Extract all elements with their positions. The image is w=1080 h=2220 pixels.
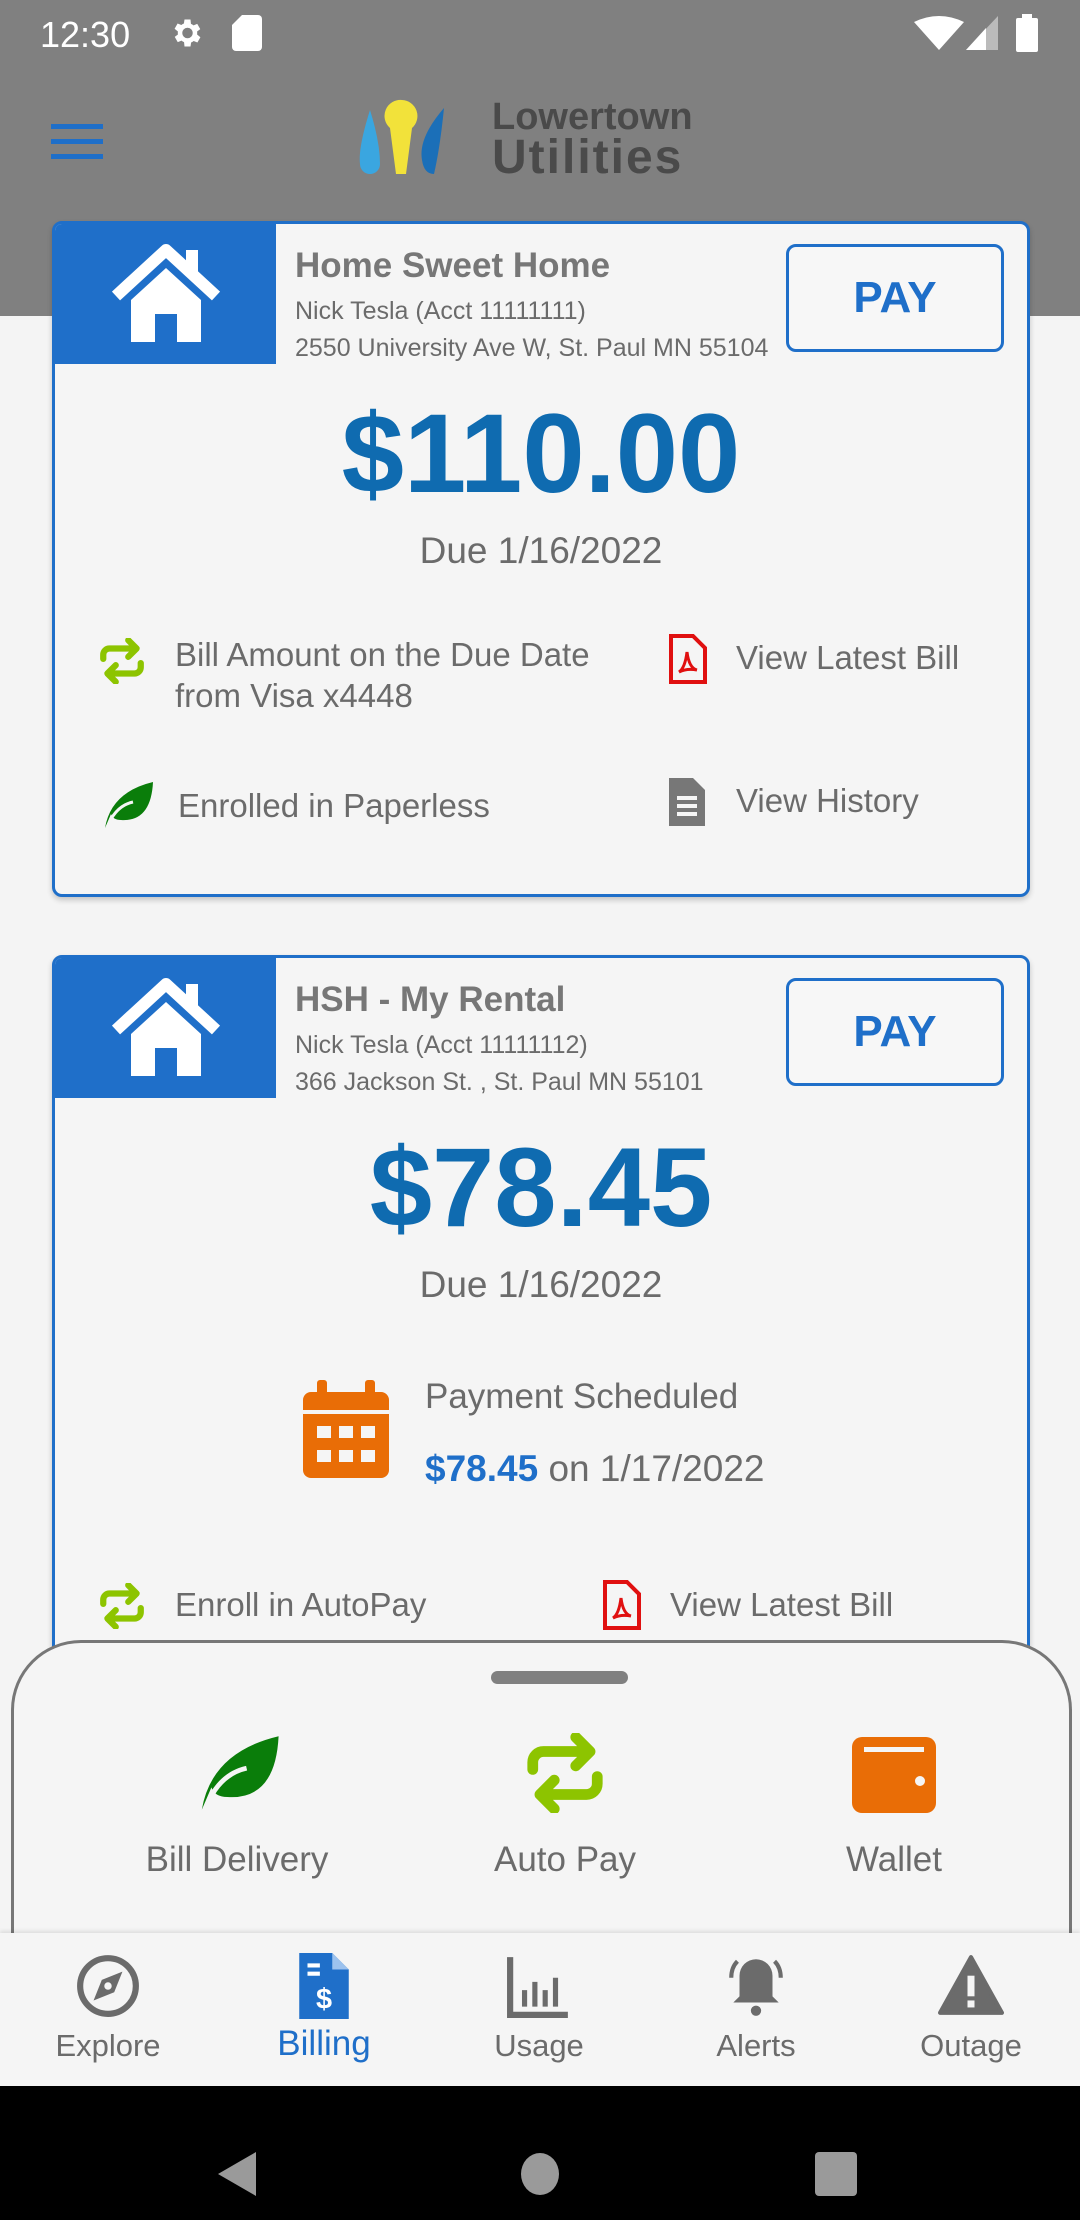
battery-icon: [1016, 14, 1038, 52]
view-latest-bill-link[interactable]: View Latest Bill: [736, 637, 959, 678]
logo: Lowertown Utilities: [356, 96, 706, 184]
signal-icon: [966, 16, 998, 50]
leaf-icon: [201, 1736, 279, 1811]
account-name: HSH - My Rental: [295, 980, 566, 1019]
house-icon: [111, 978, 220, 1076]
due-date: Due 1/16/2022: [419, 530, 663, 571]
leaf-icon: [105, 782, 153, 829]
sd-card-icon: [232, 15, 262, 51]
amount-due: $110.00: [341, 391, 741, 516]
tab-usage[interactable]: Usage: [439, 1953, 639, 2064]
autopay-status[interactable]: Bill Amount on the Due Date from Visa x44…: [175, 634, 590, 716]
house-tile: [55, 958, 276, 1098]
tab-billing[interactable]: $ Billing: [224, 1953, 424, 2064]
compass-icon: [77, 1955, 139, 2017]
account-card[interactable]: Home Sweet Home Nick Tesla (Acct 1111111…: [52, 221, 1030, 897]
autopay-icon: [100, 1583, 144, 1629]
pay-button[interactable]: PAY: [786, 978, 1004, 1086]
account-address: 366 Jackson St. , St. Paul MN 55101: [295, 1068, 704, 1096]
pay-button[interactable]: PAY: [786, 244, 1004, 352]
house-tile: [55, 224, 276, 364]
tab-explore[interactable]: Explore: [8, 1953, 208, 2064]
wifi-icon: [914, 16, 964, 50]
sheet-item-auto-pay[interactable]: Auto Pay: [435, 1731, 695, 1880]
bottom-nav: Explore $ Billing Usage Alerts Outage: [0, 1933, 1080, 2086]
sheet-item-wallet[interactable]: Wallet: [764, 1733, 1024, 1880]
logo-mark-icon: [359, 99, 444, 174]
due-date: Due 1/16/2022: [419, 1264, 663, 1305]
sheet-drag-handle[interactable]: [491, 1671, 628, 1684]
tab-alerts[interactable]: Alerts: [656, 1953, 856, 2064]
view-history-link[interactable]: View History: [736, 780, 919, 821]
autopay-icon: [100, 638, 144, 684]
account-card[interactable]: HSH - My Rental Nick Tesla (Acct 1111111…: [52, 955, 1030, 1715]
pdf-icon: [603, 1580, 641, 1630]
amount-due: $78.45: [369, 1125, 713, 1250]
hamburger-icon[interactable]: [51, 124, 103, 160]
warning-icon: [938, 1955, 1004, 2015]
wallet-icon: [852, 1737, 936, 1813]
scheduled-payment: $78.45 on 1/17/2022: [425, 1448, 765, 1489]
system-nav-bar: [0, 2086, 1080, 2220]
account-number: Nick Tesla (Acct 11111112): [295, 1031, 588, 1059]
document-icon: [669, 778, 705, 826]
account-address: 2550 University Ave W, St. Paul MN 55104: [295, 334, 769, 362]
calendar-icon: [303, 1380, 389, 1478]
recents-icon[interactable]: [815, 2152, 857, 2196]
autopay-icon: [527, 1731, 603, 1815]
sheet-item-bill-delivery[interactable]: Bill Delivery: [107, 1733, 367, 1880]
house-icon: [111, 244, 220, 342]
view-latest-bill-link[interactable]: View Latest Bill: [670, 1584, 893, 1625]
paperless-status[interactable]: Enrolled in Paperless: [178, 785, 490, 826]
bar-chart-icon: [507, 1957, 568, 2018]
bill-icon: $: [299, 1953, 349, 2019]
account-number: Nick Tesla (Acct 11111111): [295, 297, 586, 325]
status-time: 12:30: [40, 14, 131, 55]
back-icon[interactable]: [218, 2152, 258, 2196]
pdf-icon: [669, 634, 707, 684]
enroll-autopay-link[interactable]: Enroll in AutoPay: [175, 1584, 426, 1625]
tab-outage[interactable]: Outage: [871, 1953, 1071, 2064]
payment-scheduled-label: Payment Scheduled: [425, 1377, 739, 1416]
svg-text:$: $: [316, 1984, 332, 2016]
account-name: Home Sweet Home: [295, 246, 611, 285]
gear-icon: [174, 19, 201, 47]
home-icon[interactable]: [520, 2152, 560, 2196]
scheduled-amount: $78.45: [425, 1448, 539, 1489]
bell-icon: [729, 1959, 783, 2016]
scheduled-date: on 1/17/2022: [548, 1448, 765, 1489]
quick-actions-sheet: Bill Delivery Auto Pay Wallet: [11, 1640, 1072, 1970]
